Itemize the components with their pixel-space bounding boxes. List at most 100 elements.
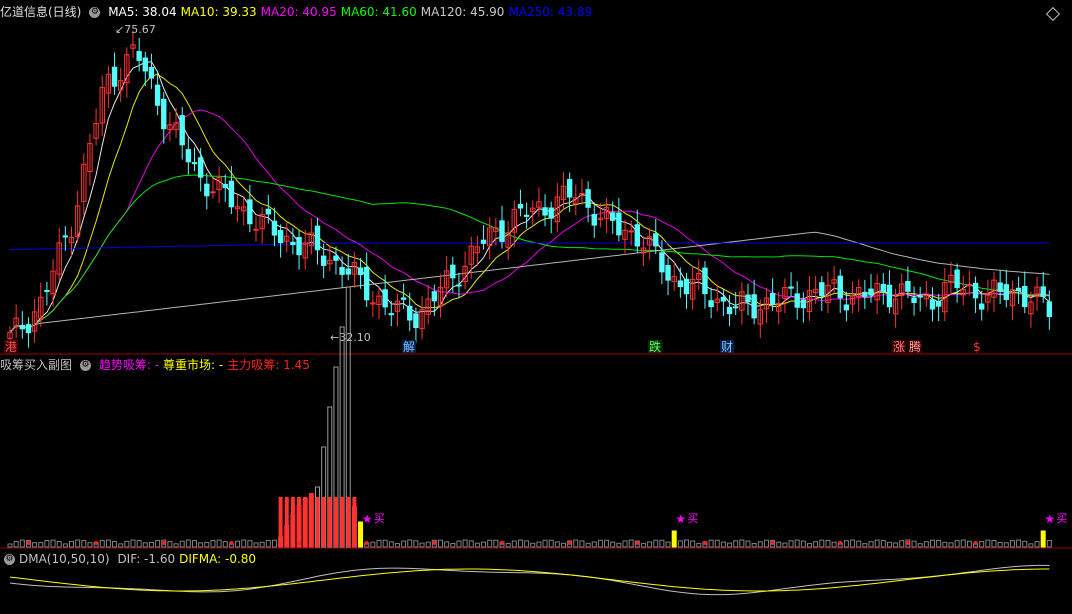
candle-body bbox=[837, 275, 843, 299]
volume-bar bbox=[419, 542, 425, 548]
candle-body bbox=[413, 313, 419, 329]
candle-body bbox=[400, 297, 407, 300]
volume-bar bbox=[1034, 541, 1040, 548]
signal-dot bbox=[838, 541, 843, 545]
volume-bar bbox=[708, 539, 714, 548]
volume-bar bbox=[179, 540, 185, 548]
volume-bar bbox=[210, 539, 216, 548]
volume-bar bbox=[542, 539, 548, 548]
candle-body bbox=[364, 266, 370, 301]
candle-body bbox=[191, 162, 198, 165]
candle-body bbox=[222, 183, 228, 189]
volume-bar bbox=[868, 541, 874, 548]
signal-dot bbox=[229, 541, 234, 545]
volume-bar bbox=[739, 539, 745, 548]
volume-bar bbox=[966, 540, 972, 548]
candle-body bbox=[339, 266, 345, 275]
volume-bar bbox=[50, 539, 56, 548]
volume-bar bbox=[585, 542, 591, 548]
candle-body bbox=[185, 149, 192, 163]
volume-bar bbox=[105, 539, 111, 548]
candle-body bbox=[204, 183, 210, 197]
candle-body bbox=[911, 297, 917, 303]
volume-bar bbox=[87, 542, 93, 548]
accumulation-bar bbox=[309, 497, 314, 547]
volume-bar bbox=[591, 541, 597, 548]
volume-bar bbox=[616, 542, 622, 548]
volume-bar bbox=[265, 539, 271, 548]
volume-bar bbox=[517, 539, 523, 548]
volume-bar bbox=[751, 543, 757, 548]
volume-bar bbox=[425, 541, 431, 548]
signal-dot bbox=[432, 541, 437, 545]
volume-bar bbox=[561, 542, 566, 548]
candle-body bbox=[862, 291, 868, 297]
volume-bar bbox=[481, 541, 487, 548]
volume-bar bbox=[813, 541, 819, 548]
volume-bar bbox=[130, 539, 136, 548]
volume-bar bbox=[1009, 540, 1015, 548]
volume-bar bbox=[124, 540, 130, 548]
volume-bar bbox=[819, 539, 825, 548]
volume-bar bbox=[155, 539, 161, 548]
volume-bar bbox=[450, 542, 456, 548]
volume-bar bbox=[271, 539, 277, 548]
volume-bar bbox=[782, 542, 788, 548]
volume-bar bbox=[665, 541, 671, 548]
volume-bar bbox=[474, 542, 480, 548]
volume-bar bbox=[112, 541, 118, 548]
candle-body bbox=[653, 233, 659, 247]
candle-body bbox=[25, 324, 32, 334]
candle-body bbox=[880, 283, 886, 292]
candle-body bbox=[886, 284, 893, 308]
volume-bar bbox=[597, 539, 603, 548]
candle-body bbox=[253, 228, 259, 231]
signal-dot bbox=[297, 541, 302, 545]
signal-dot bbox=[905, 541, 910, 545]
event-mark: 腾 bbox=[909, 339, 921, 354]
volume-bar bbox=[911, 540, 917, 548]
volume-bar bbox=[241, 539, 247, 548]
volume-bar bbox=[530, 542, 536, 548]
volume-bar bbox=[62, 543, 68, 548]
volume-bar bbox=[7, 543, 13, 548]
volume-bar bbox=[456, 540, 462, 548]
volume-bar bbox=[13, 540, 19, 548]
volume-bar bbox=[893, 542, 899, 548]
volume-bar bbox=[235, 540, 241, 548]
accumulation-bar bbox=[352, 497, 357, 547]
candle-body bbox=[456, 284, 462, 287]
candle-body bbox=[585, 189, 591, 208]
volume-bar bbox=[222, 541, 228, 548]
volume-bar bbox=[185, 539, 191, 548]
buy-star-icon: ★ bbox=[362, 512, 373, 526]
volume-bar bbox=[524, 540, 530, 548]
volume-bar bbox=[843, 540, 849, 548]
candle-body bbox=[296, 236, 302, 256]
volume-bar bbox=[32, 542, 38, 548]
volume-bar bbox=[136, 540, 142, 548]
signal-dot bbox=[973, 541, 978, 545]
volume-bar bbox=[253, 542, 259, 548]
volume-bar bbox=[1040, 530, 1046, 548]
accumulation-bar bbox=[303, 497, 308, 547]
volume-bar bbox=[81, 540, 87, 548]
volume-bar bbox=[579, 540, 585, 548]
candle-body bbox=[44, 289, 50, 292]
event-mark: 财 bbox=[721, 340, 733, 354]
candle-body bbox=[179, 115, 185, 146]
volume-bar bbox=[99, 539, 105, 548]
accumulation-bar bbox=[284, 497, 289, 547]
volume-bar bbox=[413, 540, 419, 548]
candle-body bbox=[228, 180, 235, 208]
event-mark: $ bbox=[973, 340, 981, 354]
volume-bar bbox=[511, 540, 517, 548]
volume-bar bbox=[505, 542, 511, 548]
candle-body bbox=[19, 324, 26, 330]
volume-bar bbox=[948, 542, 954, 548]
candle-body bbox=[929, 299, 936, 310]
candle-body bbox=[665, 265, 671, 281]
candle-body bbox=[997, 282, 1003, 292]
chart-canvas[interactable]: ↙75.67←32.10港解跌财涨腾 $★ 买 ★ 买 ★ 买 bbox=[0, 0, 1072, 614]
volume-bar bbox=[394, 543, 400, 548]
